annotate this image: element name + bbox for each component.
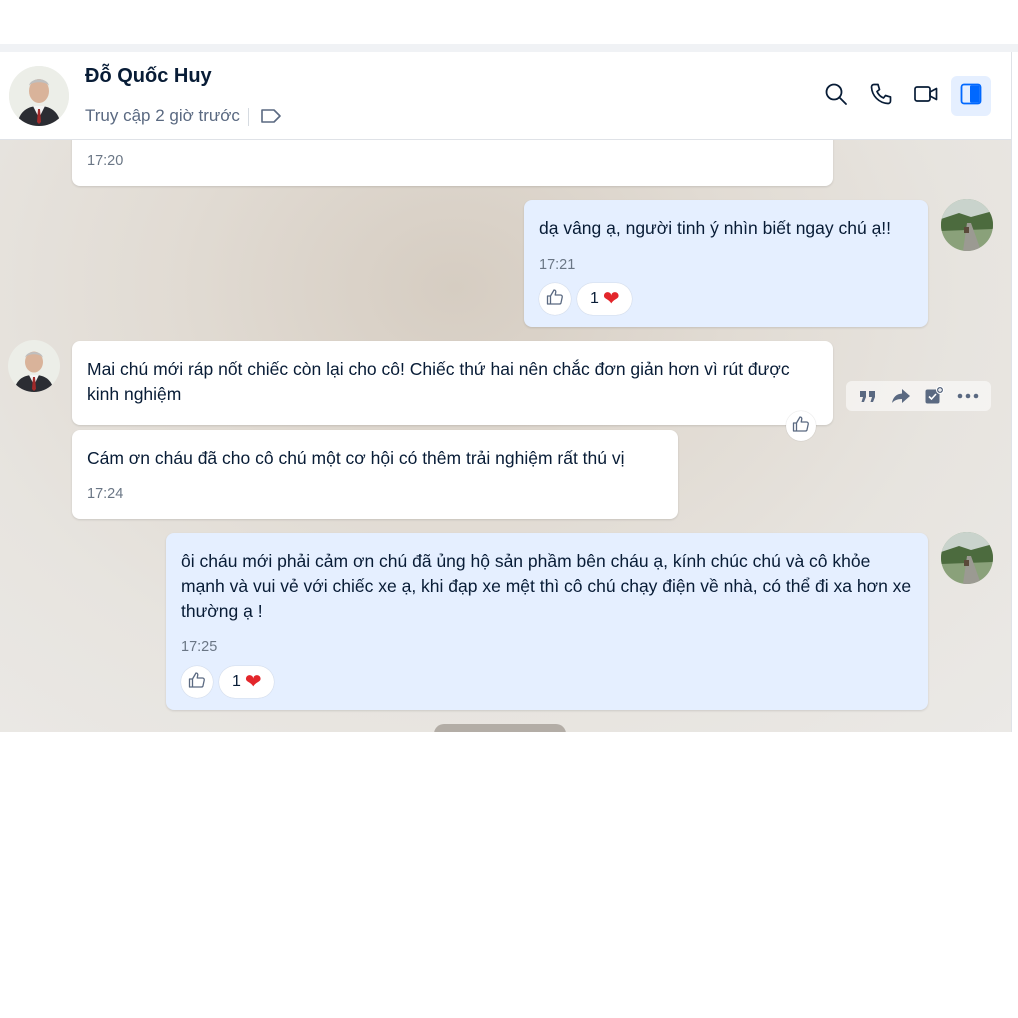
- message-bubble-incoming[interactable]: 17:20: [72, 140, 833, 186]
- thumbs-up-icon: [792, 415, 810, 438]
- sidebar-toggle-icon: [959, 82, 983, 111]
- top-strip: [0, 44, 1018, 52]
- message-text: ôi cháu mới phải cảm ơn chú đã ủng hộ sả…: [181, 551, 912, 621]
- message-list[interactable]: 17:20 dạ vâng ạ, người tinh ý nhìn biết …: [0, 140, 1011, 732]
- message-bubble-incoming[interactable]: Cám ơn cháu đã cho cô chú một cơ hội có …: [72, 430, 678, 519]
- thumbs-up-icon: [546, 288, 564, 311]
- message-bubble-outgoing[interactable]: dạ vâng ạ, người tinh ý nhìn biết ngay c…: [524, 200, 928, 327]
- contact-avatar[interactable]: [9, 66, 69, 126]
- status-divider: [248, 108, 249, 126]
- tag-icon[interactable]: [260, 107, 282, 125]
- last-seen-status: Truy cập 2 giờ trước: [85, 106, 240, 125]
- my-avatar[interactable]: [941, 199, 993, 251]
- contact-avatar-small[interactable]: [8, 340, 60, 392]
- voice-call-button[interactable]: [861, 76, 901, 116]
- panel-divider: [1011, 52, 1012, 732]
- react-button[interactable]: [181, 666, 213, 698]
- chat-header: Đỗ Quốc Huy Truy cập 2 giờ trước: [0, 52, 1011, 140]
- scroll-indicator[interactable]: [434, 724, 566, 732]
- video-call-icon: [913, 82, 939, 111]
- message-time: 17:21: [539, 257, 576, 273]
- forward-icon[interactable]: [891, 387, 911, 405]
- reaction-summary[interactable]: 1 ❤: [577, 283, 632, 315]
- contact-name: Đỗ Quốc Huy: [85, 65, 212, 87]
- my-avatar[interactable]: [941, 532, 993, 584]
- add-todo-icon[interactable]: [924, 386, 944, 406]
- message-text: Mai chú mới ráp nốt chiếc còn lại cho cô…: [87, 359, 790, 404]
- search-icon: [824, 82, 848, 111]
- message-action-toolbar: [846, 381, 991, 411]
- message-bubble-outgoing[interactable]: ôi cháu mới phải cảm ơn chú đã ủng hộ sả…: [166, 533, 928, 710]
- heart-icon: ❤: [244, 671, 262, 693]
- reaction-count: 1: [590, 290, 599, 307]
- video-call-button[interactable]: [906, 76, 946, 116]
- message-time: 17:20: [87, 153, 124, 169]
- message-time: 17:24: [87, 486, 124, 502]
- react-button[interactable]: [786, 411, 816, 441]
- message-text: dạ vâng ạ, người tinh ý nhìn biết ngay c…: [539, 218, 892, 238]
- message-time: 17:25: [181, 639, 218, 655]
- search-button[interactable]: [816, 76, 856, 116]
- quote-icon[interactable]: [858, 387, 878, 405]
- thumbs-up-icon: [188, 671, 206, 694]
- reaction-summary[interactable]: 1 ❤: [219, 666, 274, 698]
- react-button[interactable]: [539, 283, 571, 315]
- heart-icon: ❤: [602, 288, 620, 310]
- reaction-count: 1: [232, 673, 241, 690]
- phone-icon: [869, 82, 893, 111]
- message-text: Cám ơn cháu đã cho cô chú một cơ hội có …: [87, 448, 625, 468]
- toggle-info-panel-button[interactable]: [951, 76, 991, 116]
- more-icon[interactable]: [957, 393, 979, 399]
- message-bubble-incoming[interactable]: Mai chú mới ráp nốt chiếc còn lại cho cô…: [72, 341, 833, 425]
